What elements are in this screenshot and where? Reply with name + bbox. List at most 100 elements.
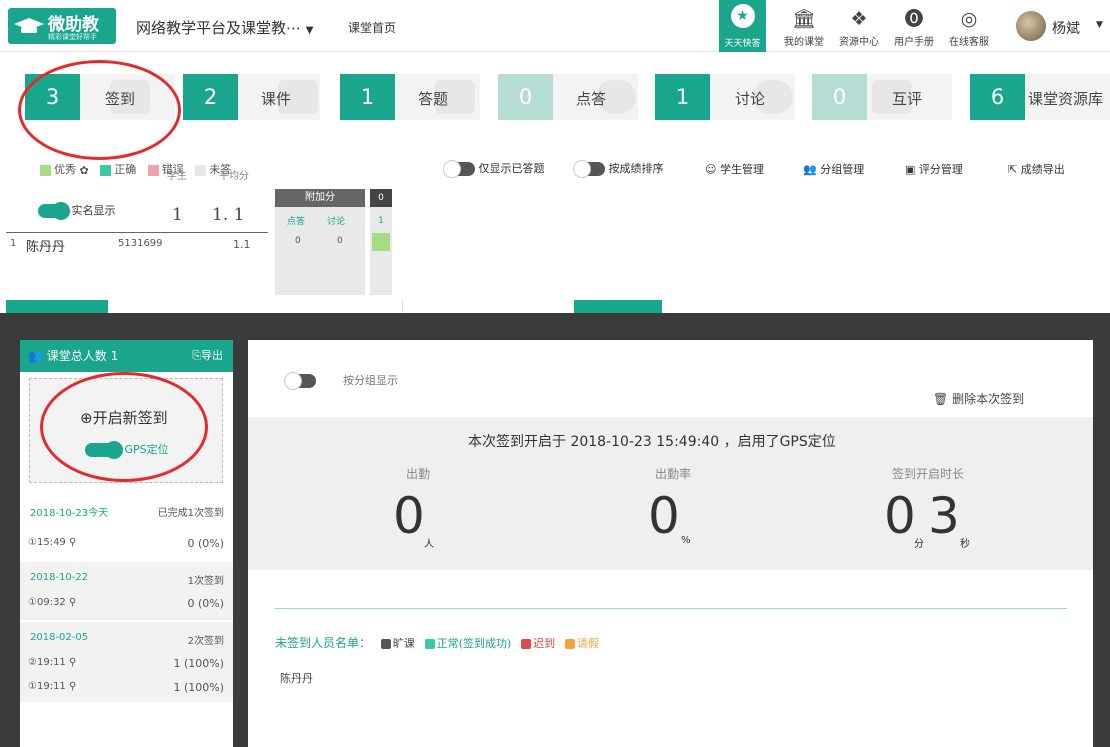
- stat-resource-library[interactable]: 6 课堂资源库: [970, 74, 1110, 120]
- divider: [6, 232, 268, 233]
- attendance-unit: 人: [424, 539, 434, 550]
- tab-indicator[interactable]: [574, 300, 662, 314]
- duration-label: 签到开启时长: [891, 467, 964, 481]
- mgmt-label: 分组管理: [820, 163, 865, 176]
- session-count: 2次签到: [187, 636, 224, 647]
- grading-management-button[interactable]: ▣ 评分管理: [905, 161, 963, 177]
- student-avg: 1.1: [233, 238, 251, 251]
- user-name[interactable]: 杨斌: [1052, 18, 1080, 38]
- chevron-down-icon[interactable]: ▼: [1096, 20, 1103, 30]
- gear-icon[interactable]: ✿: [80, 164, 89, 177]
- bonus-header: 附加分: [275, 189, 365, 207]
- rate-label: 出勤率: [654, 467, 691, 481]
- realname-toggle[interactable]: 实名显示: [38, 202, 116, 220]
- stat-pick[interactable]: 0 点答: [498, 74, 638, 120]
- delete-checkin-button[interactable]: 🗑 删除本次签到: [933, 390, 1024, 407]
- group-management-button[interactable]: 👥 分组管理: [803, 161, 864, 177]
- section-tabs: [0, 300, 1110, 314]
- logo-slogan: 精彩课堂好帮手: [48, 33, 97, 41]
- absent-student[interactable]: 陈丹丹: [280, 670, 313, 686]
- toggle-switch[interactable]: [38, 202, 70, 220]
- stat-discussion[interactable]: 1 讨论: [655, 74, 795, 120]
- nav-label: 我的课堂: [784, 37, 824, 48]
- course-selector[interactable]: 网络教学平台及课堂教⋯ ▼: [136, 17, 314, 38]
- students-count: 1: [172, 205, 183, 225]
- legend-correct: 正确: [100, 161, 136, 177]
- stat-quiz[interactable]: 1 答题: [340, 74, 480, 120]
- score-legend: 优秀 ✿ 正确 错误 未答: [40, 161, 239, 177]
- quick-answer-label: 天天快答: [724, 39, 761, 49]
- chevron-down-icon: ▼: [305, 25, 314, 36]
- checkin-summary: 本次签到开启于 2018-10-23 15:49:40 ，启用了GPS定位 出勤…: [248, 417, 1093, 570]
- duration-minutes-unit: 分: [914, 539, 924, 550]
- nav-manual[interactable]: ⓿ 用户手册: [893, 8, 935, 48]
- question-col-value: 1: [378, 216, 384, 226]
- toggle-switch[interactable]: [284, 371, 316, 390]
- legend-excellent: 优秀 ✿: [40, 161, 89, 177]
- ticket-icon: ▣: [905, 163, 916, 176]
- duration-seconds: 3: [928, 487, 960, 545]
- course-title: 网络教学平台及课堂教⋯: [136, 19, 302, 37]
- session-group[interactable]: 2018-10-23今天 已完成1次签到 ①15:49 ⚲ 0 (0%): [20, 492, 233, 562]
- nav-my-class[interactable]: 🏛 我的课堂: [783, 8, 825, 48]
- toggle-switch[interactable]: [573, 160, 605, 178]
- question-icon: ⓿: [904, 8, 924, 30]
- session-time: ①15:49 ⚲: [28, 537, 77, 548]
- answer-cell-excellent[interactable]: [372, 233, 390, 251]
- session-group[interactable]: 2018-10-22 1次签到 ①09:32 ⚲ 0 (0%): [20, 562, 233, 620]
- checkin-info: 本次签到开启于 2018-10-23 15:49:40 ，启用了GPS定位: [468, 434, 836, 450]
- nav-label: 在线客服: [949, 37, 989, 48]
- quick-answer-button[interactable]: ★ 天天快答: [719, 0, 766, 52]
- tab-indicator[interactable]: [6, 300, 108, 314]
- bonus-score-panel: 附加分 点答 讨论 0 0: [275, 189, 365, 295]
- nav-resources[interactable]: ❖ 资源中心: [838, 8, 880, 48]
- mgmt-label: 学生管理: [719, 163, 764, 176]
- logo[interactable]: 微助教 精彩课堂好帮手: [8, 8, 116, 44]
- row-index: 1: [10, 238, 17, 249]
- location-pin-icon: ⚲: [68, 537, 77, 548]
- toggle-switch[interactable]: [443, 160, 475, 178]
- legend-absent-swatch: [380, 638, 391, 649]
- question-col-header[interactable]: 0: [370, 189, 392, 207]
- external-link-icon: ⇱: [1008, 163, 1018, 176]
- group-display-toggle[interactable]: [284, 371, 316, 390]
- bonus-cell[interactable]: 0: [295, 236, 301, 246]
- absent-list-header: 未签到人员名单： 旷课 正常(签到成功) 迟到 请假: [275, 634, 599, 651]
- nav-support[interactable]: ◎ 在线客服: [948, 8, 990, 48]
- avg-score: 1. 1: [212, 205, 245, 225]
- nav-home-link[interactable]: 课堂首页: [348, 19, 396, 36]
- student-name[interactable]: 陈丹丹: [26, 236, 65, 255]
- bonus-col-header: 讨论: [327, 217, 346, 227]
- mgmt-label: 成绩导出: [1020, 163, 1065, 176]
- legend-leave: 请假: [576, 637, 599, 650]
- legend-absent: 旷课: [392, 637, 415, 650]
- stat-label: 讨论: [735, 90, 766, 108]
- stat-courseware[interactable]: 2 课件: [183, 74, 320, 120]
- session-time: ②19:11 ⚲: [28, 657, 77, 668]
- avatar[interactable]: [1016, 11, 1046, 41]
- bonus-cell[interactable]: 0: [337, 236, 343, 246]
- question-column: 0 1: [370, 189, 392, 295]
- export-scores-button[interactable]: ⇱ 成绩导出: [1008, 161, 1065, 177]
- stat-peer-review[interactable]: 0 互评: [812, 74, 952, 120]
- annotation-circle: [40, 372, 208, 482]
- student-management-button[interactable]: ☺ 学生管理: [705, 161, 764, 177]
- export-button[interactable]: ⎘导出: [192, 340, 223, 372]
- stat-count: 6: [970, 74, 1025, 120]
- score-panel: 优秀 ✿ 正确 错误 未答 仅显示已答题 按成绩排序 ☺ 学生管理 👥 分组管理…: [0, 140, 1110, 300]
- session-count: 1次签到: [187, 576, 224, 587]
- stat-label: 点答: [576, 90, 607, 108]
- session-result: 1 (100%): [173, 657, 224, 670]
- attendance-value: 0: [393, 487, 425, 545]
- stat-count: 1: [655, 74, 710, 120]
- cubes-icon: ❖: [850, 8, 868, 30]
- avg-header: 平均分: [219, 171, 249, 182]
- bonus-col-header: 点答: [287, 217, 306, 227]
- only-answered-toggle[interactable]: 仅显示已答题: [443, 160, 545, 178]
- annotation-circle: [18, 60, 181, 160]
- sort-by-score-toggle[interactable]: 按成绩排序: [573, 160, 664, 178]
- users-icon: 👥: [28, 349, 43, 363]
- toggle-label: 按成绩排序: [608, 162, 664, 175]
- session-group[interactable]: 2018-02-05 2次签到 ②19:11 ⚲ 1 (100%) ①19:11…: [20, 622, 233, 702]
- sidebar-header: 👥 课堂总人数 1 ⎘导出: [20, 340, 233, 372]
